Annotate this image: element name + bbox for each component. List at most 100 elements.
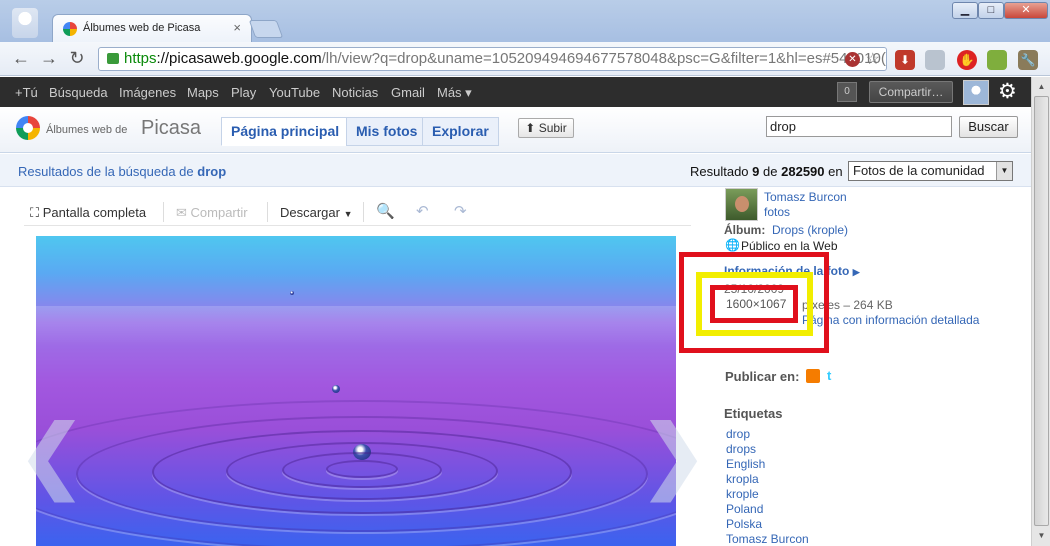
notification-count[interactable]: 0 bbox=[837, 82, 857, 102]
address-bar[interactable]: https://picasaweb.google.com/lh/view?q=d… bbox=[98, 47, 887, 71]
tag-link[interactable]: Polska bbox=[726, 517, 762, 531]
rotate-left-icon[interactable]: ↶ bbox=[416, 202, 429, 220]
gbar-gmail[interactable]: Gmail bbox=[391, 85, 425, 100]
owner-photos-link[interactable]: fotos bbox=[764, 205, 790, 219]
upload-button[interactable]: ⬆ Subir bbox=[518, 118, 574, 138]
tab-close-icon[interactable]: × bbox=[233, 20, 241, 35]
download-extension-icon[interactable]: ⬇ bbox=[895, 50, 915, 70]
divider bbox=[163, 202, 164, 222]
close-window-button[interactable]: ✕ bbox=[1004, 2, 1048, 19]
results-bar: Resultados de la búsqueda de drop Result… bbox=[0, 154, 1031, 187]
result-total: 282590 bbox=[781, 164, 825, 179]
tag-link[interactable]: kropla bbox=[726, 472, 759, 486]
main-photo[interactable] bbox=[36, 236, 676, 546]
profile-icon[interactable] bbox=[12, 8, 38, 38]
tag-link[interactable]: Tomasz Burcon bbox=[726, 532, 809, 546]
next-photo-icon[interactable]: ❯ bbox=[640, 410, 707, 500]
search-input[interactable]: drop bbox=[766, 116, 952, 137]
tag-link[interactable]: English bbox=[726, 457, 765, 471]
wrench-icon[interactable]: 🔧 bbox=[1018, 50, 1038, 70]
gbar-share-button[interactable]: Compartir… bbox=[869, 81, 953, 103]
bookmark-star-icon[interactable]: ☆ bbox=[866, 49, 880, 70]
share-button[interactable]: ✉ Compartir bbox=[176, 205, 248, 221]
chevron-down-icon: ▼ bbox=[996, 162, 1012, 180]
package-extension-icon[interactable] bbox=[987, 50, 1007, 70]
brand-name: Picasa bbox=[141, 117, 202, 139]
result-index: 9 bbox=[752, 164, 760, 179]
minimize-button[interactable]: ▁ bbox=[952, 2, 978, 19]
result-label: Resultado bbox=[690, 164, 749, 179]
publish-label: Publicar en: bbox=[725, 369, 800, 384]
previous-photo-icon[interactable]: ❮ bbox=[18, 410, 85, 500]
result-of-label: de bbox=[763, 164, 778, 179]
url-host: ://picasaweb.google.com bbox=[156, 50, 322, 67]
forward-icon[interactable]: → bbox=[38, 48, 60, 70]
divider bbox=[363, 202, 364, 222]
results-query: drop bbox=[197, 164, 227, 179]
scope-value: Fotos de la comunidad bbox=[853, 163, 985, 178]
tag-link[interactable]: Poland bbox=[726, 502, 763, 516]
adblock-extension-icon[interactable]: ✋ bbox=[957, 50, 977, 70]
owner-avatar[interactable] bbox=[725, 188, 758, 221]
scope-select[interactable]: Fotos de la comunidad ▼ bbox=[848, 161, 1013, 181]
page-scrollbar[interactable]: ▲ ▼ bbox=[1031, 77, 1050, 546]
fullscreen-label: Pantalla completa bbox=[42, 205, 147, 220]
search-button[interactable]: Buscar bbox=[959, 116, 1018, 138]
tab-home[interactable]: Página principal bbox=[221, 117, 350, 146]
gear-icon[interactable]: ⚙ bbox=[998, 80, 1017, 104]
tag-link[interactable]: krople bbox=[726, 487, 759, 501]
maximize-button[interactable]: □ bbox=[978, 2, 1004, 19]
browser-tab[interactable]: Álbumes web de Picasa × bbox=[52, 14, 252, 42]
gbar-search[interactable]: Búsqueda bbox=[49, 85, 108, 100]
tab-title: Álbumes web de Picasa bbox=[83, 22, 201, 34]
twitter-icon[interactable]: t bbox=[827, 368, 831, 383]
back-icon[interactable]: ← bbox=[10, 48, 32, 70]
ripple bbox=[36, 400, 676, 546]
scroll-down-icon[interactable]: ▼ bbox=[1034, 528, 1049, 543]
photo-dimensions: 1600×1067 bbox=[725, 297, 788, 311]
globe-icon: 🌐 bbox=[725, 238, 740, 252]
result-in-label: en bbox=[828, 164, 843, 179]
water-droplet bbox=[332, 385, 340, 393]
chevron-right-icon: ▶ bbox=[852, 267, 860, 277]
gbar-images[interactable]: Imágenes bbox=[119, 85, 176, 100]
blogger-icon[interactable] bbox=[806, 369, 820, 383]
gbar-plus-you[interactable]: +Tú bbox=[15, 85, 38, 100]
account-avatar[interactable] bbox=[963, 80, 989, 105]
scroll-up-icon[interactable]: ▲ bbox=[1034, 79, 1049, 94]
results-prefix: Resultados de la búsqueda de bbox=[18, 164, 194, 179]
photo-horizon bbox=[36, 306, 676, 346]
tags-heading: Etiquetas bbox=[724, 406, 783, 421]
fullscreen-button[interactable]: ⛶ Pantalla completa bbox=[30, 205, 146, 221]
scrollbar-thumb[interactable] bbox=[1034, 96, 1049, 526]
gbar-news[interactable]: Noticias bbox=[332, 85, 378, 100]
gbar-more[interactable]: Más ▾ bbox=[437, 85, 472, 101]
chevron-down-icon: ▼ bbox=[343, 209, 353, 219]
tag-link[interactable]: drops bbox=[726, 442, 756, 456]
download-button[interactable]: Descargar ▼ bbox=[280, 205, 353, 220]
results-breadcrumb[interactable]: Resultados de la búsqueda de drop bbox=[18, 164, 226, 179]
gbar-play[interactable]: Play bbox=[231, 85, 256, 100]
picasa-logo-icon[interactable] bbox=[16, 116, 40, 140]
browser-toolbar: ← → ↻ https://picasaweb.google.com/lh/vi… bbox=[0, 42, 1050, 76]
zoom-in-icon[interactable]: 🔍 bbox=[376, 202, 395, 220]
gbar-youtube[interactable]: YouTube bbox=[269, 85, 320, 100]
reload-icon[interactable]: ↻ bbox=[66, 48, 88, 70]
divider bbox=[267, 202, 268, 222]
tab-my-photos[interactable]: Mis fotos bbox=[346, 117, 428, 146]
album-link[interactable]: Drops (krople) bbox=[772, 223, 848, 237]
photo-toolbar: ⛶ Pantalla completa ✉ Compartir Descarga… bbox=[24, 200, 691, 226]
rotate-right-icon[interactable]: ↷ bbox=[454, 202, 467, 220]
gbar-maps[interactable]: Maps bbox=[187, 85, 219, 100]
shield-extension-icon[interactable] bbox=[925, 50, 945, 70]
upload-label: Subir bbox=[538, 121, 567, 135]
blocked-content-icon[interactable]: ✕ bbox=[845, 52, 860, 67]
google-bar: +Tú Búsqueda Imágenes Maps Play YouTube … bbox=[0, 77, 1031, 107]
url-path: /lh/view?q=drop&uname=105209494694677578… bbox=[321, 50, 886, 67]
mail-icon: ✉ bbox=[176, 205, 191, 220]
owner-name-link[interactable]: Tomasz Burcon bbox=[764, 190, 847, 204]
tag-link[interactable]: drop bbox=[726, 427, 750, 441]
fullscreen-icon: ⛶ bbox=[30, 205, 43, 220]
tab-explore[interactable]: Explorar bbox=[422, 117, 499, 146]
visibility-text: Público en la Web bbox=[741, 239, 838, 253]
